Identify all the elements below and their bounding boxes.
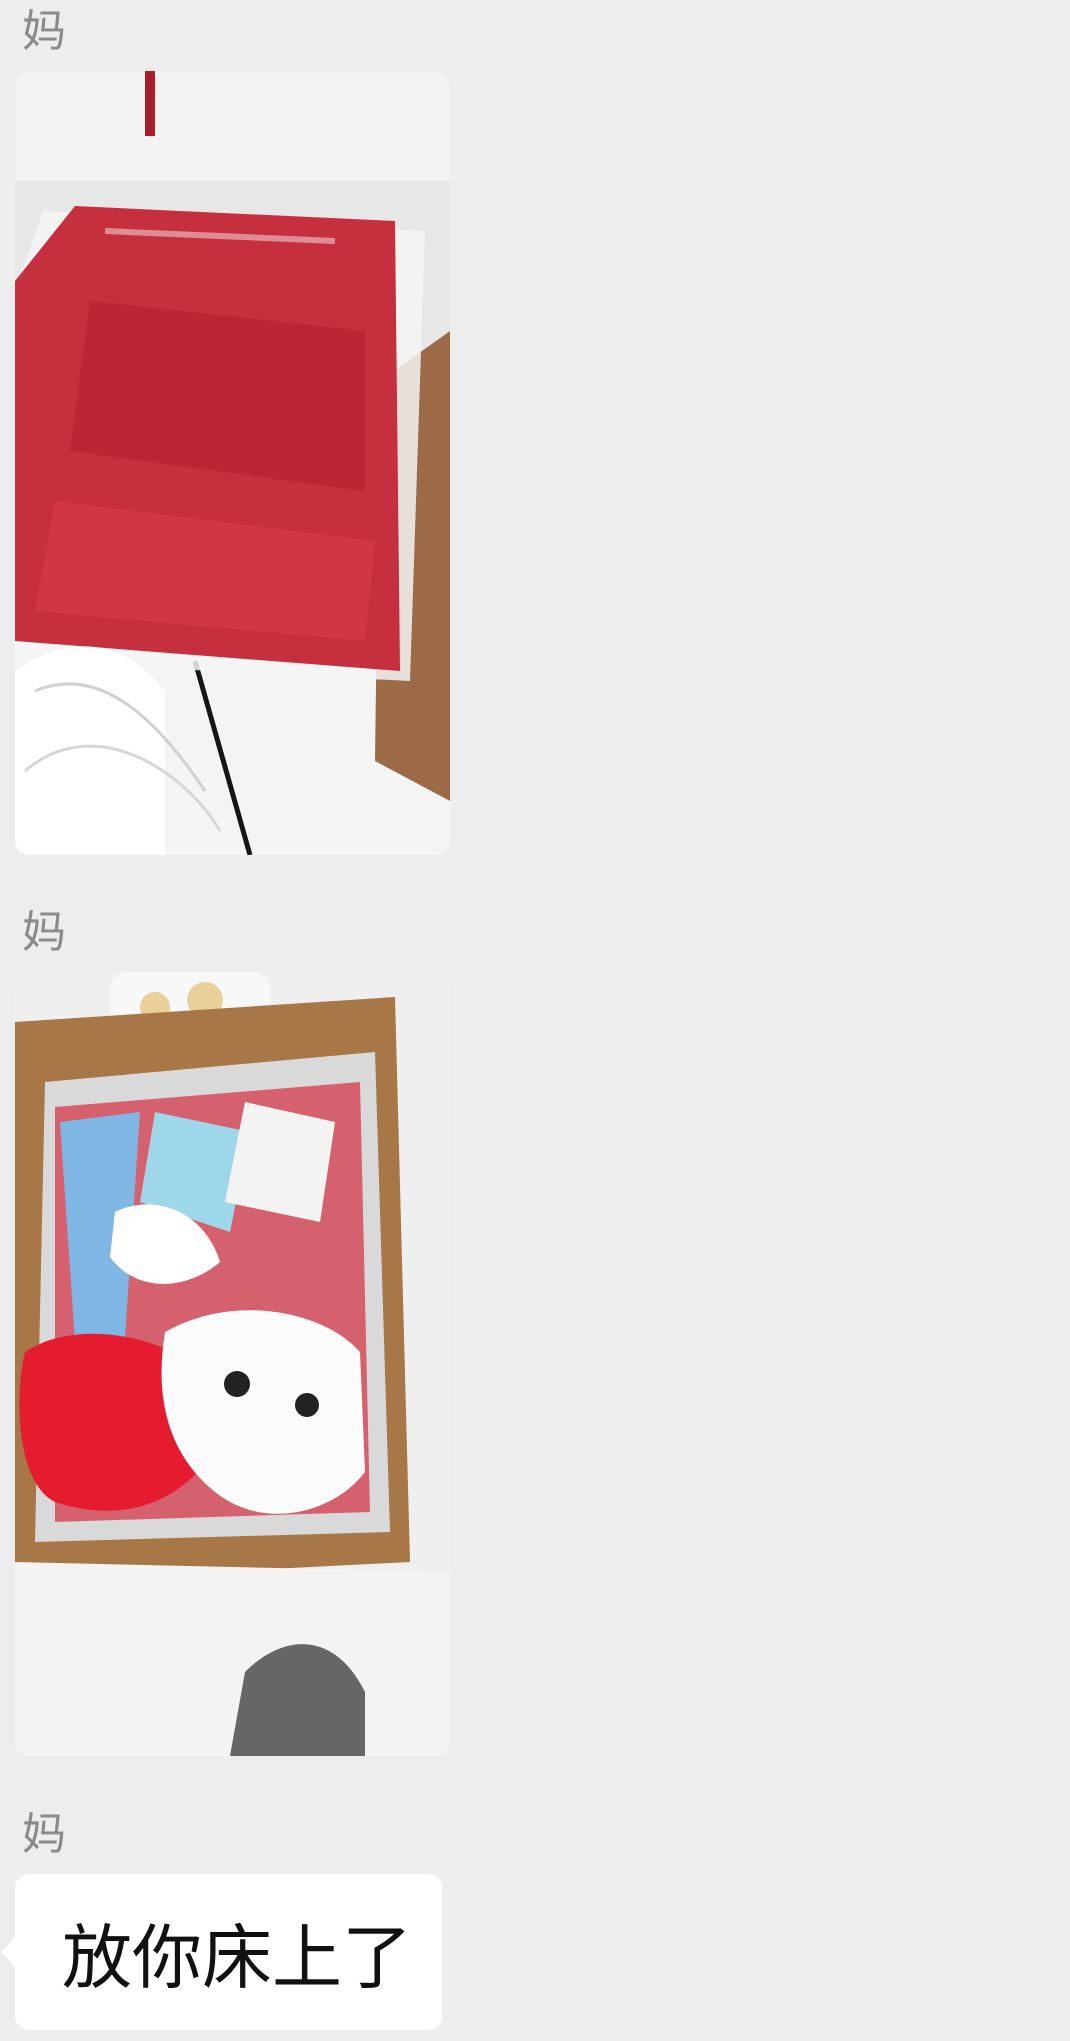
image-message[interactable] — [15, 972, 450, 1756]
sender-name: 妈 — [22, 6, 66, 57]
message-text: 放你床上了 — [62, 1916, 412, 1999]
text-message[interactable]: 放你床上了 — [1, 1874, 442, 2030]
sender-name: 妈 — [22, 1809, 66, 1860]
sender-name: 妈 — [22, 907, 66, 958]
box-of-toys-photo-icon — [15, 972, 450, 1756]
image-message[interactable] — [15, 71, 450, 855]
red-jacket-photo-icon — [15, 71, 450, 855]
